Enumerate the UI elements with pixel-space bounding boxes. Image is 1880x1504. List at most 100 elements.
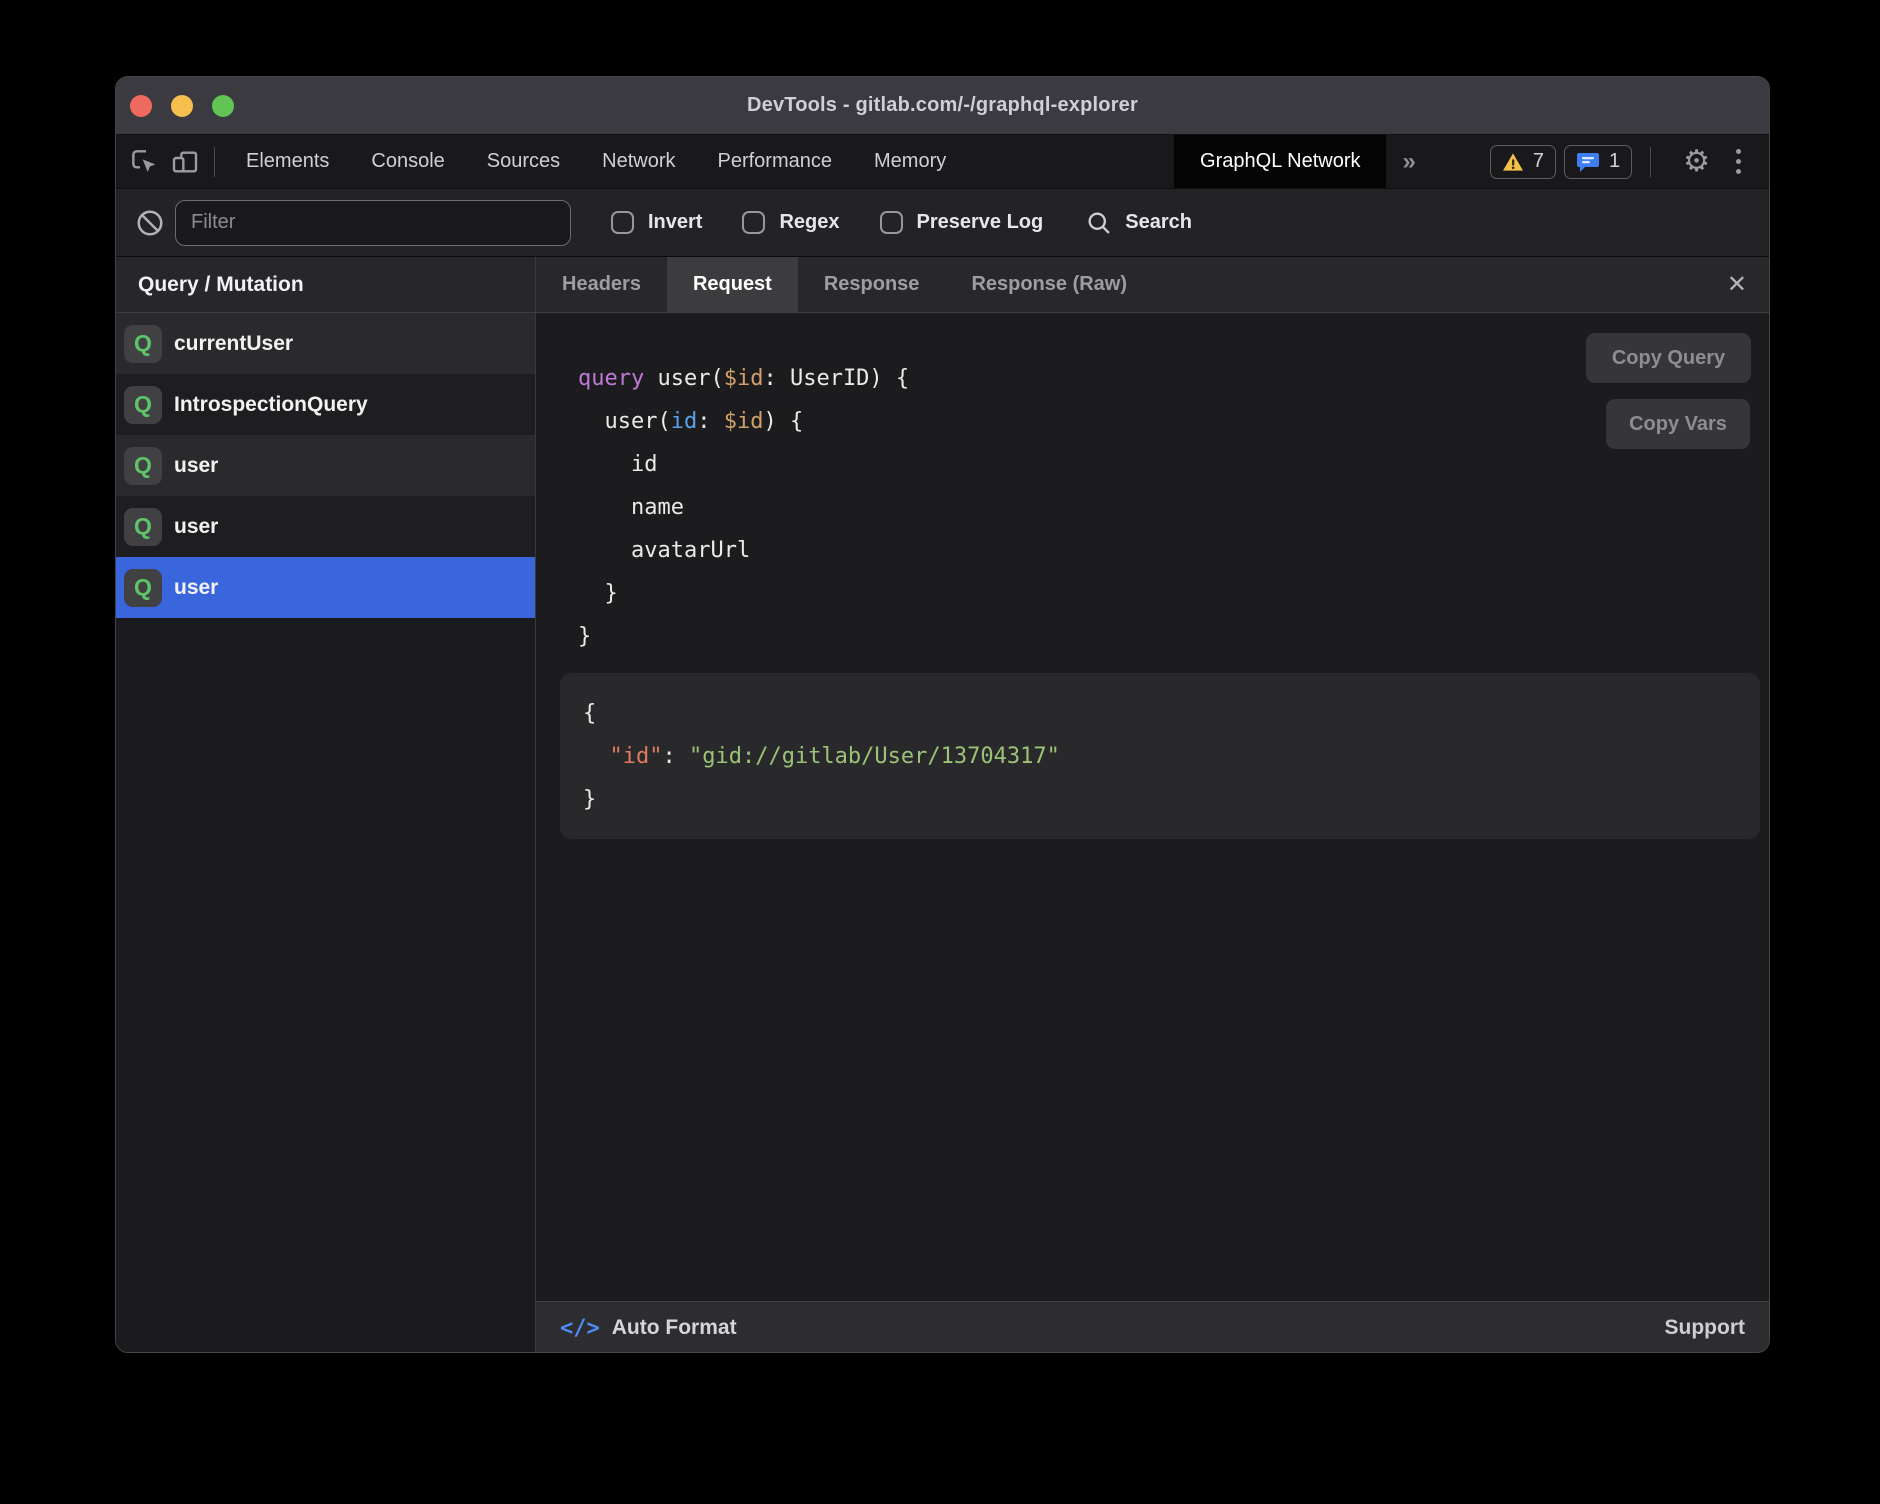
- regex-checkbox-box: [742, 211, 765, 234]
- messages-badge[interactable]: 1: [1564, 145, 1632, 179]
- settings-gear-icon[interactable]: ⚙: [1683, 135, 1710, 188]
- traffic-lights: [130, 77, 234, 134]
- panel-footer: </> Auto Format Support: [536, 1301, 1769, 1353]
- inspect-element-icon[interactable]: [124, 135, 164, 188]
- tab-sources[interactable]: Sources: [466, 135, 581, 188]
- content-area: Query / Mutation Q currentUser Q Introsp…: [116, 257, 1769, 1353]
- list-item-user-3-selected[interactable]: Q user: [116, 557, 535, 618]
- support-link[interactable]: Support: [1665, 1316, 1745, 1340]
- close-window-button[interactable]: [130, 95, 152, 117]
- tab-graphql-network[interactable]: GraphQL Network: [1174, 135, 1386, 188]
- code-token: "id": [610, 744, 663, 769]
- code-token: }: [578, 624, 591, 649]
- badges-separator: [1650, 147, 1651, 177]
- devtools-window: DevTools - gitlab.com/-/graphql-explorer…: [115, 76, 1770, 1353]
- query-variables-code: { "id": "gid://gitlab/User/13704317" }: [583, 692, 1737, 821]
- code-token: :: [697, 409, 724, 434]
- more-tabs-icon[interactable]: »: [1386, 135, 1431, 188]
- tab-headers[interactable]: Headers: [536, 257, 667, 312]
- code-token: $id: [724, 409, 764, 434]
- code-token: :: [662, 744, 689, 769]
- filter-toolbar: Invert Regex Preserve Log Search: [116, 189, 1769, 257]
- code-token: {: [583, 701, 596, 726]
- request-list-sidebar: Query / Mutation Q currentUser Q Introsp…: [116, 257, 536, 1353]
- code-token: }: [583, 787, 596, 812]
- graphql-query-code: query user($id: UserID) { user(id: $id) …: [578, 357, 909, 658]
- regex-label: Regex: [779, 211, 839, 234]
- more-options-icon[interactable]: [1736, 135, 1741, 188]
- warnings-badge[interactable]: 7: [1490, 145, 1556, 179]
- invert-label: Invert: [648, 211, 702, 234]
- query-type-badge: Q: [124, 569, 162, 607]
- tab-performance[interactable]: Performance: [697, 135, 854, 188]
- devtools-tabbar: Elements Console Sources Network Perform…: [116, 135, 1769, 189]
- titlebar: DevTools - gitlab.com/-/graphql-explorer: [116, 77, 1769, 135]
- copy-query-button[interactable]: Copy Query: [1586, 333, 1751, 383]
- code-token: [583, 744, 610, 769]
- filter-input[interactable]: [175, 200, 571, 246]
- tab-response[interactable]: Response: [798, 257, 946, 312]
- query-type-badge: Q: [124, 386, 162, 424]
- list-item-user-1[interactable]: Q user: [116, 435, 535, 496]
- list-item-label: user: [174, 454, 218, 478]
- list-item-label: user: [174, 576, 218, 600]
- warning-icon: [1502, 152, 1524, 172]
- close-panel-icon[interactable]: ✕: [1727, 257, 1747, 312]
- search-icon: [1085, 209, 1113, 237]
- tab-response-raw[interactable]: Response (Raw): [945, 257, 1153, 312]
- code-token: user(: [644, 366, 723, 391]
- zoom-window-button[interactable]: [212, 95, 234, 117]
- list-item-currentuser[interactable]: Q currentUser: [116, 313, 535, 374]
- code-token: ) {: [763, 409, 803, 434]
- code-token: $id: [724, 366, 764, 391]
- tab-network[interactable]: Network: [581, 135, 696, 188]
- list-item-label: IntrospectionQuery: [174, 393, 368, 417]
- minimize-window-button[interactable]: [171, 95, 193, 117]
- warning-count: 7: [1533, 150, 1544, 173]
- block-requests-icon[interactable]: [129, 208, 171, 238]
- list-item-introspectionquery[interactable]: Q IntrospectionQuery: [116, 374, 535, 435]
- regex-checkbox[interactable]: Regex: [742, 211, 839, 234]
- detail-panel: Headers Request Response Response (Raw) …: [536, 257, 1769, 1353]
- search-label: Search: [1125, 211, 1192, 234]
- window-title: DevTools - gitlab.com/-/graphql-explorer: [747, 94, 1138, 117]
- code-token: id: [578, 452, 657, 477]
- list-item-user-2[interactable]: Q user: [116, 496, 535, 557]
- preserve-log-label: Preserve Log: [917, 211, 1044, 234]
- tabbar-right-cluster: GraphQL Network » 7: [1174, 135, 1769, 188]
- auto-format-button[interactable]: Auto Format: [612, 1316, 737, 1340]
- list-item-label: currentUser: [174, 332, 293, 356]
- code-token: query: [578, 366, 644, 391]
- tab-console[interactable]: Console: [350, 135, 465, 188]
- query-type-badge: Q: [124, 447, 162, 485]
- query-variables-box: { "id": "gid://gitlab/User/13704317" }: [560, 673, 1760, 839]
- copy-vars-button[interactable]: Copy Vars: [1606, 399, 1750, 449]
- invert-checkbox-box: [611, 211, 634, 234]
- request-panel-body: query user($id: UserID) { user(id: $id) …: [536, 313, 1769, 1301]
- tab-elements[interactable]: Elements: [225, 135, 350, 188]
- code-token: "gid://gitlab/User/13704317": [689, 744, 1060, 769]
- chat-bubble-icon: [1576, 151, 1600, 173]
- invert-checkbox[interactable]: Invert: [611, 211, 702, 234]
- detail-tabs: Headers Request Response Response (Raw) …: [536, 257, 1769, 313]
- code-format-icon: </>: [560, 1316, 600, 1341]
- preserve-log-checkbox[interactable]: Preserve Log: [880, 211, 1044, 234]
- code-token: }: [578, 581, 618, 606]
- tab-request[interactable]: Request: [667, 257, 798, 312]
- search-button[interactable]: Search: [1085, 209, 1192, 237]
- sidebar-header: Query / Mutation: [116, 257, 535, 313]
- preserve-log-checkbox-box: [880, 211, 903, 234]
- tab-memory[interactable]: Memory: [853, 135, 967, 188]
- toolbar-separator: [214, 147, 215, 177]
- code-token: : UserID) {: [763, 366, 909, 391]
- message-count: 1: [1609, 150, 1620, 173]
- code-token: name: [578, 495, 684, 520]
- code-token: id: [671, 409, 698, 434]
- device-toolbar-icon[interactable]: [164, 135, 204, 188]
- query-type-badge: Q: [124, 325, 162, 363]
- list-item-label: user: [174, 515, 218, 539]
- status-badges: 7 1: [1490, 135, 1632, 188]
- code-token: avatarUrl: [578, 538, 750, 563]
- query-type-badge: Q: [124, 508, 162, 546]
- code-token: user(: [578, 409, 671, 434]
